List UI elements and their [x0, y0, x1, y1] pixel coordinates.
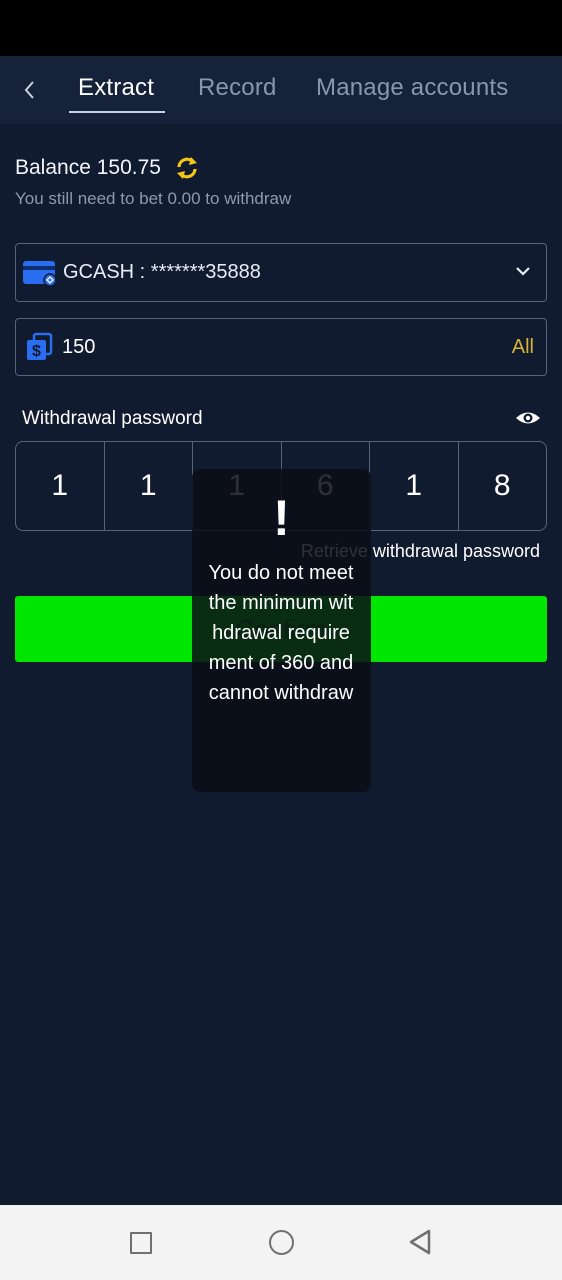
tab-manage-accounts[interactable]: Manage accounts: [316, 74, 508, 102]
amount-value: 150: [62, 336, 96, 358]
chevron-down-icon[interactable]: [514, 264, 532, 278]
back-icon[interactable]: [18, 76, 42, 104]
eye-icon[interactable]: [514, 408, 542, 428]
warning-icon: !: [273, 490, 290, 546]
amount-input[interactable]: $ 150 All: [15, 318, 547, 376]
balance-text: Balance 150.75: [15, 156, 161, 179]
active-tab-indicator: [69, 111, 165, 113]
pin-digit[interactable]: 1: [370, 442, 459, 530]
toast-message: You do not meet the minimum withdrawal r…: [208, 562, 354, 704]
tab-record[interactable]: Record: [198, 74, 277, 102]
account-value: GCASH : *******35888: [63, 261, 261, 283]
bet-requirement-note: You still need to bet 0.00 to withdraw: [15, 189, 292, 208]
refresh-icon[interactable]: [174, 155, 200, 181]
status-bar: [0, 0, 562, 56]
all-button[interactable]: All: [512, 336, 534, 359]
withdrawal-password-label: Withdrawal password: [22, 408, 203, 429]
card-icon: [23, 261, 57, 287]
pin-digit[interactable]: 1: [105, 442, 193, 530]
pin-digit[interactable]: 1: [16, 442, 105, 530]
nav-back-icon[interactable]: [407, 1228, 433, 1256]
nav-home-icon[interactable]: [269, 1230, 294, 1255]
pin-digit[interactable]: 8: [459, 442, 547, 530]
coin-stack-icon: $: [27, 332, 53, 360]
tab-extract[interactable]: Extract: [78, 74, 154, 102]
svg-text:$: $: [32, 343, 41, 360]
nav-square-icon[interactable]: [130, 1232, 152, 1254]
account-select[interactable]: GCASH : *******35888: [15, 243, 547, 302]
